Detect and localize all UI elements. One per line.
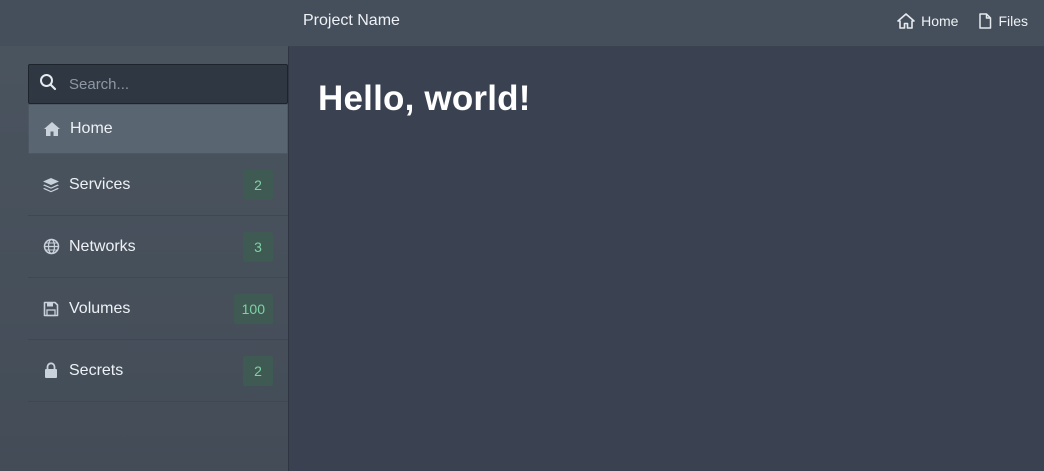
page-title: Hello, world! xyxy=(318,79,531,118)
top-bar: Project Name Home Files xyxy=(0,0,1044,46)
sidebar-item-label: Home xyxy=(70,120,113,137)
search-box xyxy=(28,64,288,104)
search-input[interactable] xyxy=(67,74,267,94)
count-badge: 100 xyxy=(233,293,273,324)
count-badge: 2 xyxy=(243,355,273,386)
topnav-files-label: Files xyxy=(998,13,1028,29)
layers-icon xyxy=(42,176,60,194)
home-icon xyxy=(897,13,915,29)
sidebar-item-label: Networks xyxy=(69,237,136,255)
topnav-home-label: Home xyxy=(921,13,959,29)
sidebar-item-networks[interactable]: Networks 3 xyxy=(28,216,288,278)
top-nav: Home Files xyxy=(897,0,1028,42)
project-name-link[interactable]: Project Name xyxy=(303,12,400,30)
count-badge: 3 xyxy=(243,231,273,262)
count-badge: 2 xyxy=(243,169,273,200)
save-icon xyxy=(42,300,60,318)
main-content: Hello, world! xyxy=(288,46,1044,471)
sidebar-item-home[interactable]: Home xyxy=(28,104,288,154)
topnav-files-link[interactable]: Files xyxy=(978,13,1028,29)
globe-icon xyxy=(42,238,60,256)
sidebar-item-label: Services xyxy=(69,175,131,193)
home-icon xyxy=(43,120,61,138)
sidebar-nav: Home Services 2 Networks 3 Volumes 100 S… xyxy=(28,104,288,402)
topnav-home-link[interactable]: Home xyxy=(897,13,958,29)
sidebar-item-volumes[interactable]: Volumes 100 xyxy=(28,278,288,340)
search-icon xyxy=(39,73,57,96)
sidebar-item-services[interactable]: Services 2 xyxy=(28,154,288,216)
file-icon xyxy=(978,13,992,29)
sidebar-item-label: Secrets xyxy=(69,361,124,379)
sidebar-item-label: Volumes xyxy=(69,299,131,317)
lock-icon xyxy=(42,362,60,380)
sidebar-item-secrets[interactable]: Secrets 2 xyxy=(28,340,288,402)
